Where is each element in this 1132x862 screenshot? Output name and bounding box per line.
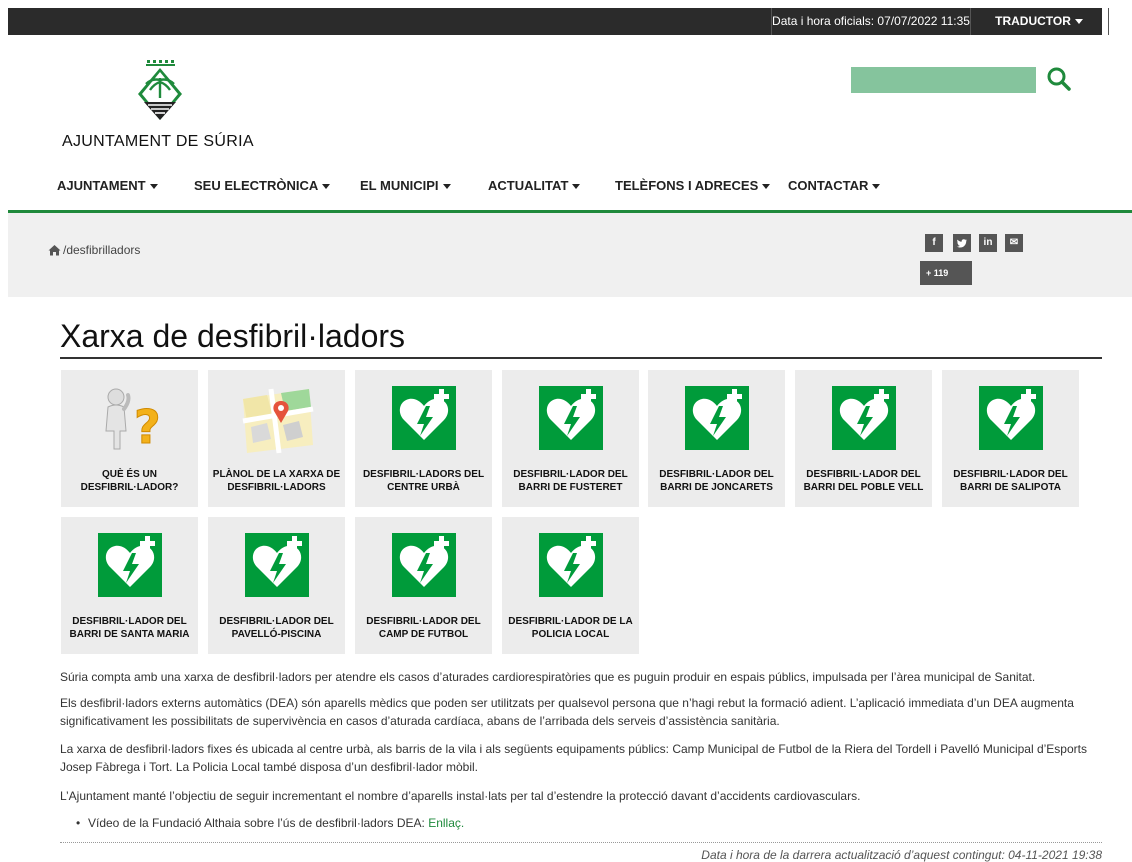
aed-heart-icon [539,533,603,597]
email-icon: ✉ [1009,237,1019,248]
tile-label: DESFIBRIL·LADOR DEL CAMP DE FUTBOL [366,616,481,640]
translator-label: TRADUCTOR [995,14,1071,28]
aed-heart-icon [979,386,1043,450]
tile-label: DESFIBRIL·LADOR DEL BARRI DEL POBLE VELL [803,469,924,493]
twitter-icon [957,239,967,248]
aed-heart-icon [685,386,749,450]
search-icon[interactable] [1046,66,1072,92]
paragraph-dea: Els desfibril·ladors externs automàtics … [60,696,1074,728]
svg-text:?: ? [134,400,161,454]
nav-item-contactar[interactable]: CONTACTAR [788,178,881,193]
chevron-down-icon [442,184,451,190]
footer-divider [60,842,1102,843]
aed-heart-icon [392,533,456,597]
linkedin-icon: in [983,237,993,248]
aed-heart-icon [832,386,896,450]
nav-item-label: EL MUNICIPI [360,178,439,193]
tile-policia-local[interactable]: DESFIBRIL·LADOR DE LA POLICIA LOCAL [502,517,639,654]
tile-camp-de-futbol[interactable]: DESFIBRIL·LADOR DEL CAMP DE FUTBOL [355,517,492,654]
share-email-button[interactable]: ✉ [1005,234,1023,252]
last-update-note: Data i hora de la darrera actualització … [701,848,1102,862]
tile-label: PLÀNOL DE LA XARXA DE DESFIBRIL·LADORS [212,469,341,493]
page-title: Xarxa de desfibril·ladors [60,318,406,354]
question-person-icon: ? [105,388,161,455]
chevron-down-icon [149,184,158,190]
chevron-down-icon [1074,19,1083,25]
nav-item-label: AJUNTAMENT [57,178,146,193]
tile-label: DESFIBRIL·LADOR DE LA POLICIA LOCAL [508,616,633,640]
video-link[interactable]: Enllaç. [428,816,464,830]
aed-heart-icon [245,533,309,597]
paragraph-objective: L’Ajuntament manté l’objectiu de seguir … [60,789,861,803]
share-more-button[interactable]: + 119 [920,261,972,285]
breadcrumb-path[interactable]: /desfibrilladors [63,243,140,257]
top-bar: Data i hora oficials: 07/07/2022 11:35 T… [8,8,1109,35]
nav-item-actualitat[interactable]: ACTUALITAT [488,178,581,193]
tile-barri-poble-vell[interactable]: DESFIBRIL·LADOR DEL BARRI DEL POBLE VELL [795,370,932,507]
video-text: Vídeo de la Fundació Althaia sobre l’ús … [88,816,429,830]
nav-item-label: CONTACTAR [788,178,869,193]
facebook-icon: f [932,237,936,248]
nav-item-el-municipi[interactable]: EL MUNICIPI [360,178,451,193]
chevron-down-icon [572,184,581,190]
tile-pavello-piscina[interactable]: DESFIBRIL·LADOR DEL PAVELLÓ-PISCINA [208,517,345,654]
paragraph-intro: Súria compta amb una xarxa de desfibril·… [60,670,1036,684]
tile-label: QUÈ ÉS UN DESFIBRIL·LADOR? [80,469,179,493]
bullet-icon: • [76,816,81,830]
search-input[interactable] [851,67,1036,93]
nav-item-label: TELÈFONS I ADRECES [615,178,759,193]
map-pin-icon [242,388,314,454]
chevron-down-icon [762,184,771,190]
share-twitter-button[interactable] [953,234,971,252]
share-facebook-button[interactable]: f [925,234,943,252]
translator-dropdown[interactable]: TRADUCTOR [970,8,1109,35]
aed-heart-icon [392,386,456,450]
nav-item-label: ACTUALITAT [488,178,569,193]
nav-item-telefons-i-adreces[interactable]: TELÈFONS I ADRECES [615,178,771,193]
tile-label: DESFIBRIL·LADORS DEL CENTRE URBÀ [362,469,485,493]
nav-item-seu-electronica[interactable]: SEU ELECTRÒNICA [194,178,331,193]
tile-planol-xarxa[interactable]: PLÀNOL DE LA XARXA DE DESFIBRIL·LADORS [208,370,345,507]
tile-label: DESFIBRIL·LADOR DEL BARRI DE FUSTERET [513,469,628,493]
tile-label: DESFIBRIL·LADOR DEL BARRI DE JONCARETS [659,469,774,493]
nav-item-ajuntament[interactable]: AJUNTAMENT [57,178,158,193]
town-name: AJUNTAMENT DE SÚRIA [62,133,254,150]
tile-centre-urba[interactable]: DESFIBRIL·LADORS DEL CENTRE URBÀ [355,370,492,507]
tile-label: DESFIBRIL·LADOR DEL PAVELLÓ-PISCINA [219,616,334,640]
tile-barri-joncarets[interactable]: DESFIBRIL·LADOR DEL BARRI DE JONCARETS [648,370,785,507]
share-linkedin-button[interactable]: in [979,234,997,252]
chevron-down-icon [322,184,331,190]
official-datetime: Data i hora oficials: 07/07/2022 11:35 [771,8,971,35]
tile-label: DESFIBRIL·LADOR DEL BARRI DE SALIPOTA [953,469,1068,493]
aed-heart-icon [98,533,162,597]
tile-barri-fusteret[interactable]: DESFIBRIL·LADOR DEL BARRI DE FUSTERET [502,370,639,507]
breadcrumb: /desfibrilladors [48,243,140,257]
chevron-down-icon [872,184,881,190]
paragraph-network: La xarxa de desfibril·ladors fixes és ub… [60,742,1087,774]
aed-heart-icon [539,386,603,450]
nav-item-label: SEU ELECTRÒNICA [194,178,319,193]
title-divider [60,357,1102,359]
tile-barri-salipota[interactable]: DESFIBRIL·LADOR DEL BARRI DE SALIPOTA [942,370,1079,507]
home-icon[interactable] [48,244,61,256]
tile-barri-santa-maria[interactable]: DESFIBRIL·LADOR DEL BARRI DE SANTA MARIA [61,517,198,654]
tile-label: DESFIBRIL·LADOR DEL BARRI DE SANTA MARIA [69,616,190,640]
town-logo[interactable] [130,58,190,128]
tile-que-es-un-desfibrillador[interactable]: ? QUÈ ÉS UN DESFIBRIL·LADOR? [61,370,198,507]
share-count: + 119 [926,268,949,278]
